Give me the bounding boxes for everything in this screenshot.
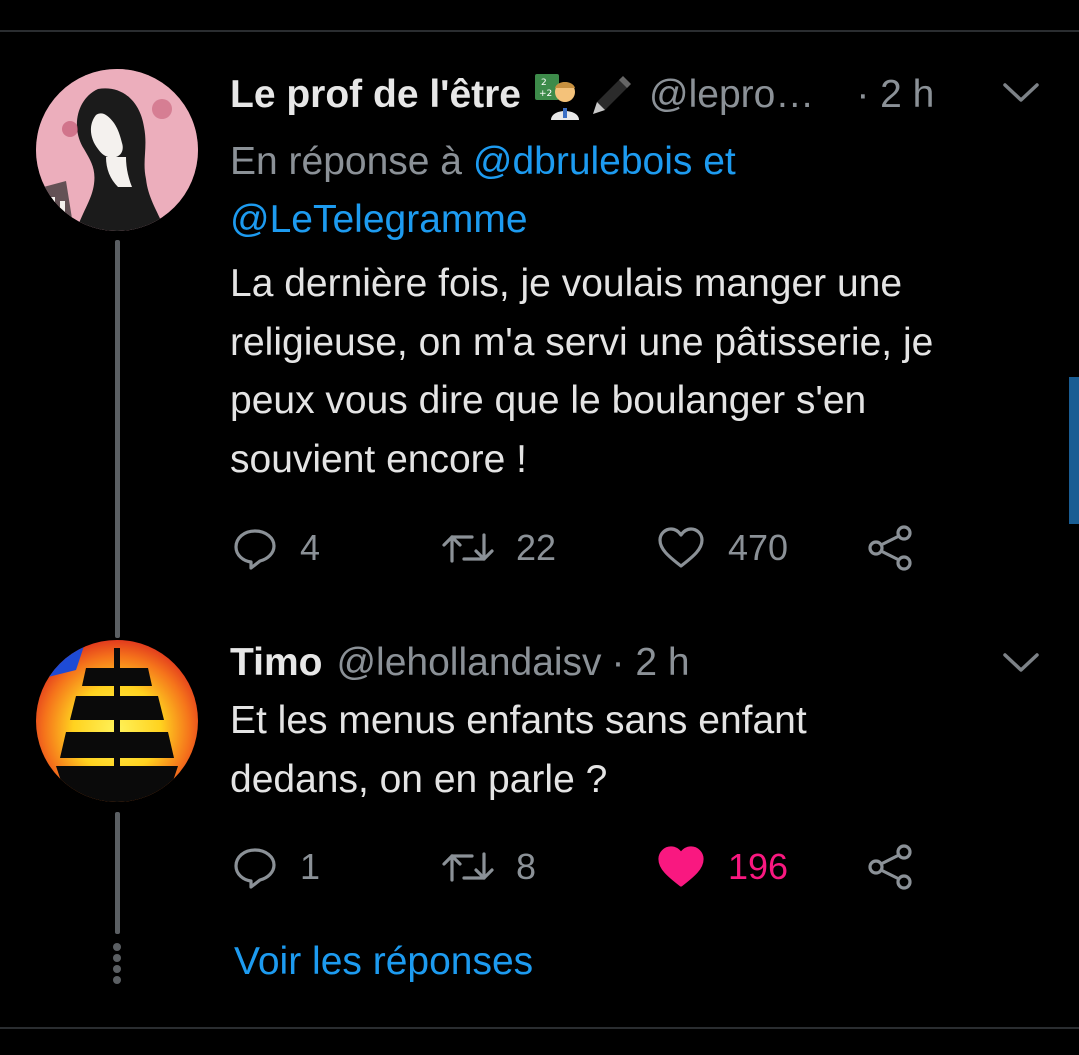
mention-link[interactable]: @LeTelegramme <box>230 198 528 241</box>
chevron-down-icon[interactable] <box>1001 650 1041 676</box>
retweet-button[interactable]: 8 <box>440 837 536 897</box>
like-count: 196 <box>728 846 789 887</box>
retweet-icon <box>442 852 494 882</box>
tweet-text: La dernière fois, je voulais manger une … <box>230 255 1050 489</box>
share-button[interactable] <box>866 837 916 897</box>
tweet-text-line: souvient encore ! <box>230 437 528 481</box>
like-button[interactable]: 470 <box>656 518 788 578</box>
display-name[interactable]: Le prof de l'être <box>230 73 521 117</box>
tweet-text-line: dedans, on en parle ? <box>230 757 608 801</box>
like-button[interactable]: 196 <box>656 837 788 897</box>
retweet-count: 22 <box>516 527 557 568</box>
name-emoji: 2 +2 <box>533 70 635 120</box>
tweet-text-line: La dernière fois, je voulais manger une <box>230 262 903 305</box>
tweet-text-line: religieuse, on m'a servi une pâtisserie,… <box>230 320 934 364</box>
handle[interactable]: @lepro… <box>649 73 814 117</box>
share-icon <box>868 525 912 571</box>
thread-line <box>115 812 120 934</box>
like-count: 470 <box>728 527 789 568</box>
thread-line <box>115 240 120 638</box>
display-name[interactable]: Timo <box>230 641 322 685</box>
scrollbar-thumb[interactable] <box>1069 377 1079 524</box>
retweet-count: 8 <box>516 846 537 887</box>
svg-text:+2: +2 <box>539 89 552 99</box>
teacher-emoji-icon: 2 +2 <box>535 74 579 120</box>
tweet-header: Le prof de l'être 2 +2 @lepro… · 2 h <box>230 65 934 125</box>
tweet-header: Timo @lehollandaisv · 2 h <box>230 633 690 693</box>
chevron-down-icon[interactable] <box>1001 80 1041 106</box>
tweet-text: Et les menus enfants sans enfant dedans,… <box>230 692 1050 809</box>
heart-icon <box>658 527 704 568</box>
handle[interactable]: @lehollandaisv <box>336 641 601 685</box>
reply-context: En réponse à @dbrulebois et @LeTelegramm… <box>230 133 1010 249</box>
avatar[interactable] <box>36 69 198 231</box>
more-replies-dots-icon <box>111 943 123 987</box>
mention-link[interactable]: @dbrulebois et <box>473 140 736 183</box>
reply-button[interactable]: 4 <box>232 518 320 578</box>
timestamp[interactable]: · 2 h <box>612 641 690 685</box>
timestamp[interactable]: · 2 h <box>856 73 934 117</box>
tweet-text-line: peux vous dire que le boulanger s'en <box>230 379 867 422</box>
reply-count: 4 <box>300 527 321 568</box>
pen-emoji-icon <box>593 76 631 114</box>
reply-icon <box>234 529 276 570</box>
reply-icon <box>234 848 276 889</box>
svg-text:2: 2 <box>541 78 547 88</box>
heart-icon <box>658 846 704 887</box>
tweet-text-line: Et les menus enfants sans enfant <box>230 699 807 742</box>
reply-button[interactable]: 1 <box>232 837 320 897</box>
avatar[interactable] <box>36 640 198 802</box>
reply-prefix: En réponse à <box>230 140 463 183</box>
reply-count: 1 <box>300 846 321 887</box>
retweet-icon <box>442 533 494 563</box>
bottom-divider <box>0 1027 1079 1029</box>
share-icon <box>868 844 912 890</box>
top-divider <box>0 30 1079 32</box>
share-button[interactable] <box>866 518 916 578</box>
retweet-button[interactable]: 22 <box>440 518 556 578</box>
see-replies-link[interactable]: Voir les réponses <box>234 933 533 991</box>
